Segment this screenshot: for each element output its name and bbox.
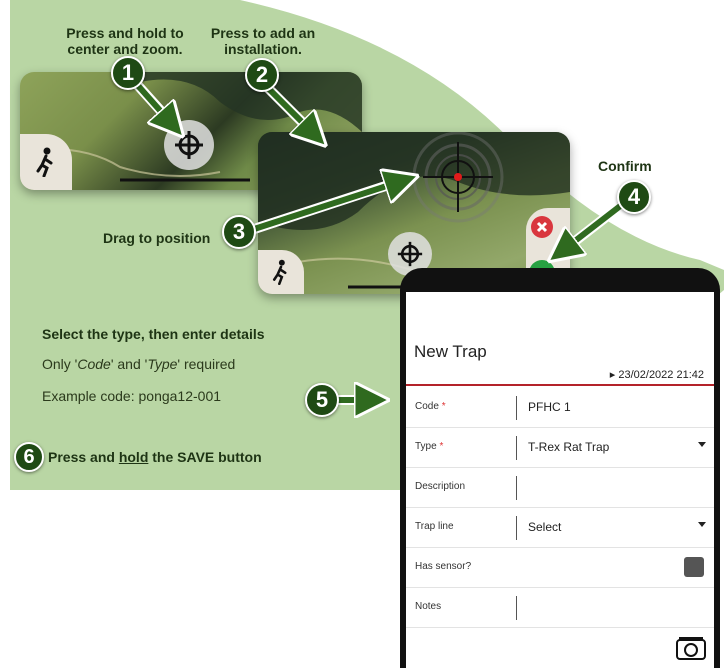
field-label: Code * xyxy=(415,401,446,412)
field-label: Trap line xyxy=(415,521,454,532)
field-code: Code * PFHC 1 xyxy=(406,388,714,428)
chevron-down-icon[interactable] xyxy=(698,442,706,447)
walking-person-icon xyxy=(272,259,287,285)
step-badge-2: 2 xyxy=(245,58,279,92)
walking-person-icon xyxy=(36,147,53,177)
trap-line-select[interactable]: Select xyxy=(528,520,561,534)
type-select[interactable]: T-Rex Rat Trap xyxy=(528,440,609,454)
step6-caption: Press and hold the SAVE button xyxy=(48,449,262,465)
phone-frame: New Trap ▸ 23/02/2022 21:42 Code * PFHC … xyxy=(400,268,720,672)
chevron-down-icon[interactable] xyxy=(698,522,706,527)
close-icon xyxy=(536,221,548,233)
step-badge-3: 3 xyxy=(222,215,256,249)
step4-caption: Confirm xyxy=(598,158,652,174)
field-notes: Notes xyxy=(406,588,714,628)
form-date[interactable]: ▸ 23/02/2022 21:42 xyxy=(610,368,704,381)
notes-input[interactable] xyxy=(528,600,698,616)
has-sensor-checkbox[interactable] xyxy=(684,557,704,577)
cancel-button[interactable] xyxy=(531,216,553,238)
crosshair-icon xyxy=(397,241,423,267)
walk-button[interactable] xyxy=(20,134,72,190)
example-code: Example code: ponga12-001 xyxy=(42,388,222,404)
walk-button-2[interactable] xyxy=(258,250,304,294)
step-badge-1: 1 xyxy=(111,56,145,90)
step2-caption: Press to add an installation. xyxy=(210,25,316,57)
form-title: New Trap xyxy=(414,342,487,361)
step-badge-4: 4 xyxy=(617,180,651,214)
field-label: Has sensor? xyxy=(415,561,472,572)
code-input[interactable]: PFHC 1 xyxy=(528,400,571,414)
field-label: Description xyxy=(415,481,466,492)
description-input[interactable] xyxy=(528,480,698,496)
details-heading: Select the type, then enter details xyxy=(42,326,265,342)
field-type: Type * T-Rex Rat Trap xyxy=(406,428,714,468)
camera-button[interactable] xyxy=(676,636,706,660)
field-trap-line: Trap line Select xyxy=(406,508,714,548)
crosshair-icon xyxy=(175,131,203,159)
field-has-sensor: Has sensor? xyxy=(406,548,714,588)
camera-icon xyxy=(676,637,706,660)
new-trap-form: New Trap ▸ 23/02/2022 21:42 Code * PFHC … xyxy=(406,292,714,672)
step1-caption: Press and hold to center and zoom. xyxy=(66,25,184,57)
step-badge-5: 5 xyxy=(305,383,339,417)
target-rings xyxy=(412,132,504,223)
step-badge-6: 6 xyxy=(14,442,44,472)
phone-notch xyxy=(422,268,572,292)
header-divider xyxy=(406,384,714,386)
center-zoom-button[interactable] xyxy=(164,120,214,170)
field-label: Type * xyxy=(415,441,444,452)
field-label: Notes xyxy=(415,601,442,612)
step3-caption: Drag to position xyxy=(103,230,211,246)
required-note: Only 'Code' and 'Type' required xyxy=(42,356,236,372)
field-description: Description xyxy=(406,468,714,508)
